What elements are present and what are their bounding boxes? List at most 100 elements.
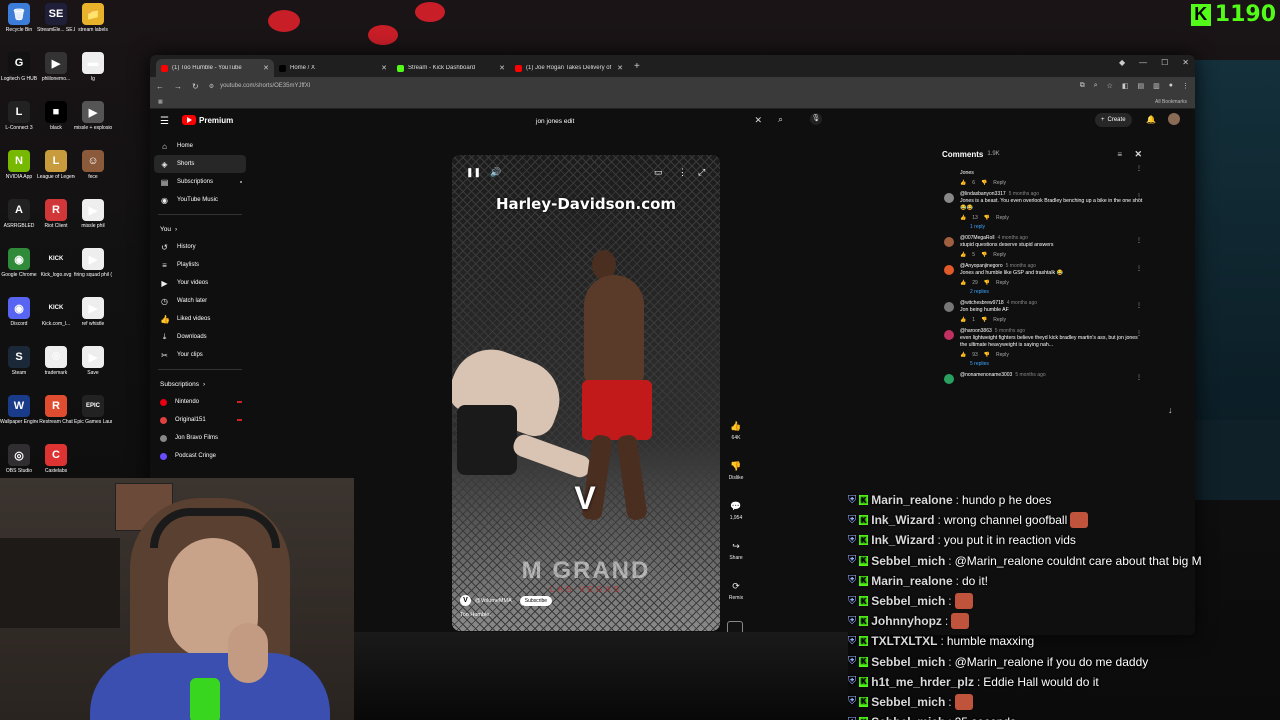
action-button[interactable]: ⟳ Remix xyxy=(725,579,747,619)
desktop-app-icon[interactable]: ◉ xyxy=(8,248,30,270)
comment-author[interactable] xyxy=(960,163,1144,169)
desktop-icon[interactable]: ▶ phlilonemo... xyxy=(37,52,75,94)
action-icon[interactable]: 💬 xyxy=(729,499,743,513)
desktop-icon[interactable]: G Logitech G HUB xyxy=(0,52,38,94)
chat-username[interactable]: Sebbel_mich xyxy=(871,594,945,608)
volume-icon[interactable]: 🔊 xyxy=(490,167,501,178)
desktop-app-icon[interactable]: ▶ xyxy=(82,346,104,368)
microphone-icon[interactable]: 🎙 xyxy=(810,113,822,125)
zoom-icon[interactable]: ⌕ xyxy=(1094,82,1098,90)
comment-author-name[interactable]: @007MegaRoll xyxy=(960,235,995,241)
tab-title[interactable]: Home / X xyxy=(290,65,377,71)
action-icon[interactable]: ↪ xyxy=(729,539,743,553)
desktop-icon[interactable]: KICK Kick.com_l... xyxy=(37,297,75,339)
desktop-app-icon[interactable]: ® xyxy=(45,346,67,368)
comment-author-name[interactable]: @lindasbanyon3317 xyxy=(960,191,1006,197)
comment-menu-icon[interactable]: ⋮ xyxy=(1136,193,1142,200)
comment-menu-icon[interactable]: ⋮ xyxy=(1136,265,1142,272)
desktop-app-icon[interactable]: SE xyxy=(45,3,67,25)
extensions-icon[interactable]: ◆ xyxy=(1119,58,1125,67)
sidebar-item[interactable]: ◉ YouTube Music xyxy=(150,191,250,209)
desktop-app-icon[interactable]: A xyxy=(8,199,30,221)
comment-author[interactable]: @Anyopanjinegoro 5 months ago xyxy=(960,263,1144,269)
avatar[interactable] xyxy=(944,237,954,247)
action-button[interactable]: ↪ Share xyxy=(725,539,747,579)
sidebar-item[interactable]: Podcast Cringe xyxy=(150,447,250,465)
desktop-app-icon[interactable]: G xyxy=(8,52,30,74)
desktop-icon[interactable]: ☺ fece xyxy=(74,150,112,192)
like-icon[interactable]: 👍 xyxy=(960,180,966,186)
avatar[interactable] xyxy=(944,302,954,312)
comment-author-name[interactable]: @witchesbrew9718 xyxy=(960,300,1004,306)
desktop-icon[interactable]: 🗑 Recycle Bin xyxy=(0,3,38,45)
reply-button[interactable]: Reply xyxy=(993,252,1006,258)
sidebar-item[interactable]: ⌂ Home xyxy=(150,137,250,155)
chat-username[interactable]: TXLTXLTXL xyxy=(871,634,937,648)
desktop-app-icon[interactable]: C xyxy=(45,444,67,466)
desktop-icon[interactable]: N NVIDIA App xyxy=(0,150,38,192)
view-replies-button[interactable]: 1 reply xyxy=(970,224,1144,230)
action-icon[interactable]: ⟳ xyxy=(729,579,743,593)
extension-icon[interactable]: ◧ xyxy=(1122,82,1129,90)
view-replies-button[interactable]: 2 replies xyxy=(970,289,1144,295)
action-button[interactable]: 💬 1,954 xyxy=(725,499,747,539)
back-icon[interactable]: ← xyxy=(156,82,164,91)
reply-button[interactable]: Reply xyxy=(996,280,1009,286)
chat-username[interactable]: Sebbel_mich xyxy=(871,554,945,568)
desktop-app-icon[interactable]: EPIC xyxy=(82,395,104,417)
all-bookmarks[interactable]: All Bookmarks xyxy=(1155,99,1187,105)
sidebar-item[interactable]: ▶ Your videos xyxy=(150,274,250,292)
like-icon[interactable]: 👍 xyxy=(960,317,966,323)
dislike-icon[interactable]: 👎 xyxy=(984,215,990,221)
create-button[interactable]: + Create xyxy=(1095,113,1132,127)
comment-author-name[interactable]: @nonamenoname3003 xyxy=(960,372,1012,378)
comment-menu-icon[interactable]: ⋮ xyxy=(1136,330,1142,337)
chat-username[interactable]: Sebbel_mich xyxy=(871,655,945,669)
sidebar-item[interactable]: ≡ Playlists xyxy=(150,256,250,274)
maximize-icon[interactable]: ☐ xyxy=(1161,58,1168,67)
desktop-app-icon[interactable]: ☺ xyxy=(82,150,104,172)
close-icon[interactable]: ✕ xyxy=(1134,149,1142,160)
desktop-app-icon[interactable]: N xyxy=(8,150,30,172)
sidebar-section-subscriptions[interactable]: Subscriptions › xyxy=(150,375,250,393)
apps-icon[interactable]: ▦ xyxy=(158,99,163,105)
chat-username[interactable]: h1t_me_hrder_plz xyxy=(871,675,974,689)
tab-close-icon[interactable]: ✕ xyxy=(499,64,505,72)
action-icon[interactable]: 👍 xyxy=(729,419,743,433)
desktop-app-icon[interactable]: 📁 xyxy=(82,3,104,25)
chat-username[interactable]: Sebbel_mich xyxy=(871,715,945,720)
desktop-icon[interactable]: ▶ Save xyxy=(74,346,112,388)
sidebar-item[interactable]: ◷ Watch later xyxy=(150,292,250,310)
bookmark-star-icon[interactable]: ☆ xyxy=(1107,82,1113,90)
desktop-icon[interactable]: EPIC Epic Games Launcher xyxy=(74,395,112,437)
desktop-icon[interactable]: S Steam xyxy=(0,346,38,388)
chat-username[interactable]: Johnnyhopz xyxy=(871,614,942,628)
comment-author[interactable]: @lindasbanyon3317 5 months ago xyxy=(960,191,1144,197)
action-button[interactable]: 👎 Dislike xyxy=(725,459,747,499)
tab-close-icon[interactable]: ✕ xyxy=(381,64,387,72)
like-icon[interactable]: 👍 xyxy=(960,280,966,286)
desktop-icon[interactable]: W Wallpaper Engine xyxy=(0,395,38,437)
search-input[interactable]: jon jones edit ✕ xyxy=(530,112,770,130)
comment-author[interactable]: @haroon3863 5 months ago xyxy=(960,328,1144,334)
sidebar-section-you[interactable]: You › xyxy=(150,220,250,238)
desktop-icon[interactable]: KICK Kick_logo.svg xyxy=(37,248,75,290)
action-icon[interactable]: 👎 xyxy=(729,459,743,473)
browser-tab[interactable]: (1) Joe Rogan Takes Delivery of ✕ xyxy=(510,59,628,77)
more-icon[interactable]: ⋮ xyxy=(1182,82,1189,90)
desktop-app-icon[interactable]: ▶ xyxy=(82,101,104,123)
reading-list-icon[interactable]: ▤ xyxy=(1138,82,1145,90)
chat-username[interactable]: Marin_realone xyxy=(871,574,952,588)
reload-icon[interactable]: ↻ xyxy=(192,82,199,91)
fullscreen-icon[interactable]: ⤢ xyxy=(698,167,705,178)
avatar[interactable] xyxy=(944,374,954,384)
desktop-app-icon[interactable]: W xyxy=(8,395,30,417)
chat-username[interactable]: Sebbel_mich xyxy=(871,695,945,709)
comment-menu-icon[interactable]: ⋮ xyxy=(1136,237,1142,244)
desktop-app-icon[interactable]: R xyxy=(45,199,67,221)
subscribe-button[interactable]: Subscribe xyxy=(519,595,552,606)
desktop-icon[interactable]: R Riot Client xyxy=(37,199,75,241)
reply-button[interactable]: Reply xyxy=(996,215,1009,221)
notifications-bell-icon[interactable]: 🔔 xyxy=(1146,115,1156,124)
scroll-down-icon[interactable]: ↓ xyxy=(1168,405,1173,415)
